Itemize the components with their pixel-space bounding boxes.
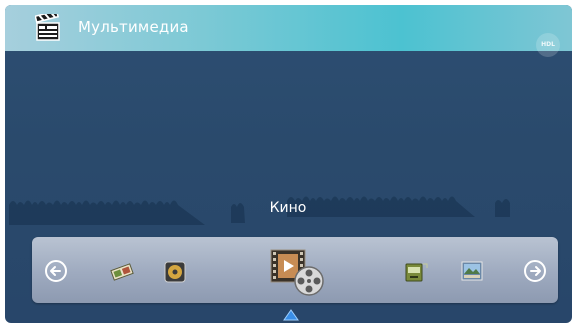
brand-logo: HDL xyxy=(536,33,560,57)
app-title: Мультимедиа xyxy=(78,18,189,36)
media-dock xyxy=(32,237,558,303)
title-bar: Мультимедиа xyxy=(5,5,572,51)
music-player-icon[interactable] xyxy=(164,261,186,283)
clapperboard-icon xyxy=(35,14,60,41)
selected-category-label: Кино xyxy=(269,200,307,216)
photo-slides-icon[interactable] xyxy=(110,262,134,282)
movie-film-reel-icon[interactable] xyxy=(270,247,326,299)
storage-drive-icon[interactable] xyxy=(404,261,428,283)
selection-indicator-icon xyxy=(283,309,299,321)
arrow-right-icon[interactable] xyxy=(524,260,546,282)
picture-gallery-icon[interactable] xyxy=(460,260,484,282)
arrow-left-icon[interactable] xyxy=(45,260,67,282)
media-screen: Мультимедиа HDL xyxy=(5,5,572,323)
